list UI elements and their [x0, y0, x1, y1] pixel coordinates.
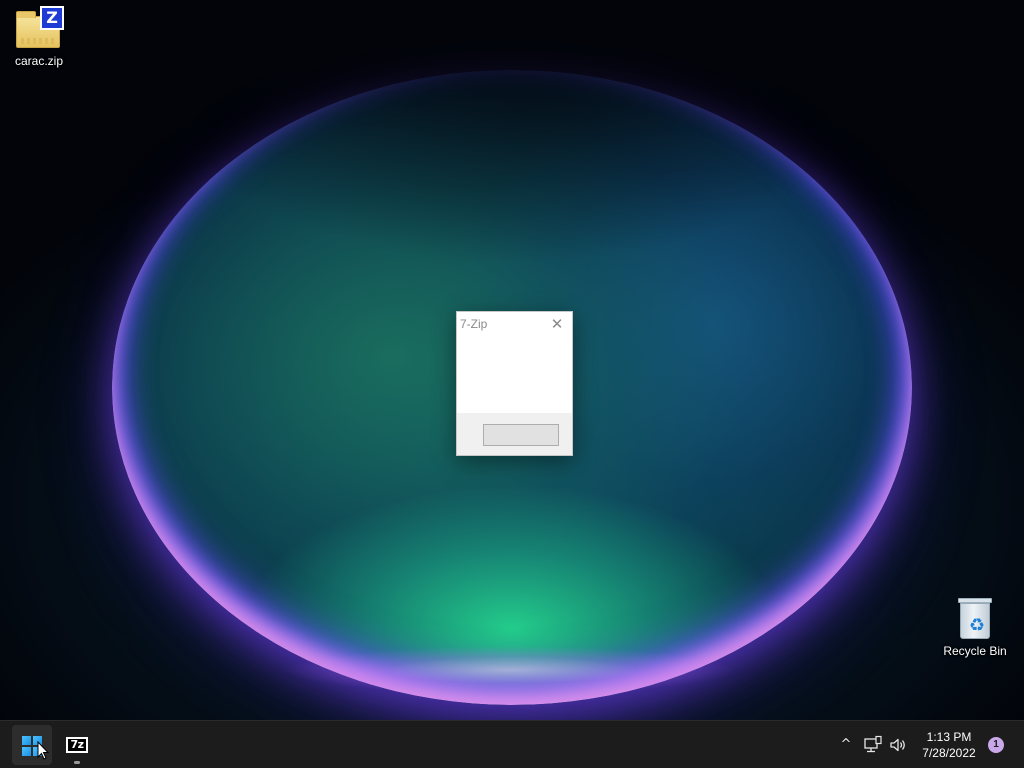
clock-time: 1:13 PM — [926, 730, 972, 744]
mouse-cursor-icon — [37, 741, 49, 760]
recycle-bin-icon: ♻ — [955, 596, 995, 640]
close-icon[interactable]: ✕ — [542, 312, 572, 336]
volume-icon[interactable] — [888, 735, 908, 755]
desktop-icon-label: Recycle Bin — [943, 644, 1007, 658]
zip-badge: Z — [40, 6, 64, 30]
chevron-up-icon[interactable]: ^ — [836, 733, 856, 757]
notification-badge[interactable]: 1 — [988, 737, 1004, 753]
taskbar-clock[interactable]: 1:13 PM 7/28/2022 — [914, 729, 984, 761]
wallpaper-rim-glow — [230, 640, 790, 700]
taskbar: 7z ^ 1:13 PM 7/28/2022 1 — [0, 720, 1024, 768]
sevenzip-dialog: 7-Zip ✕ — [456, 311, 573, 456]
dialog-content — [457, 336, 572, 414]
dialog-footer — [457, 413, 572, 455]
desktop-icon-label: carac.zip — [14, 54, 64, 68]
desktop-icon-carac-zip[interactable]: Z carac.zip — [2, 6, 76, 68]
running-indicator — [74, 761, 80, 764]
wallpaper-shade — [100, 0, 930, 330]
network-icon[interactable] — [863, 735, 883, 755]
clock-date: 7/28/2022 — [922, 746, 976, 760]
desktop-icon-recycle-bin[interactable]: ♻ Recycle Bin — [938, 596, 1012, 658]
taskbar-app-7zip[interactable]: 7z — [57, 725, 97, 765]
dialog-button[interactable] — [483, 424, 559, 446]
zip-archive-icon: Z — [14, 6, 64, 50]
dialog-titlebar[interactable]: 7-Zip ✕ — [457, 312, 572, 336]
sevenzip-app-icon: 7z — [66, 737, 88, 753]
dialog-title: 7-Zip — [460, 317, 488, 331]
